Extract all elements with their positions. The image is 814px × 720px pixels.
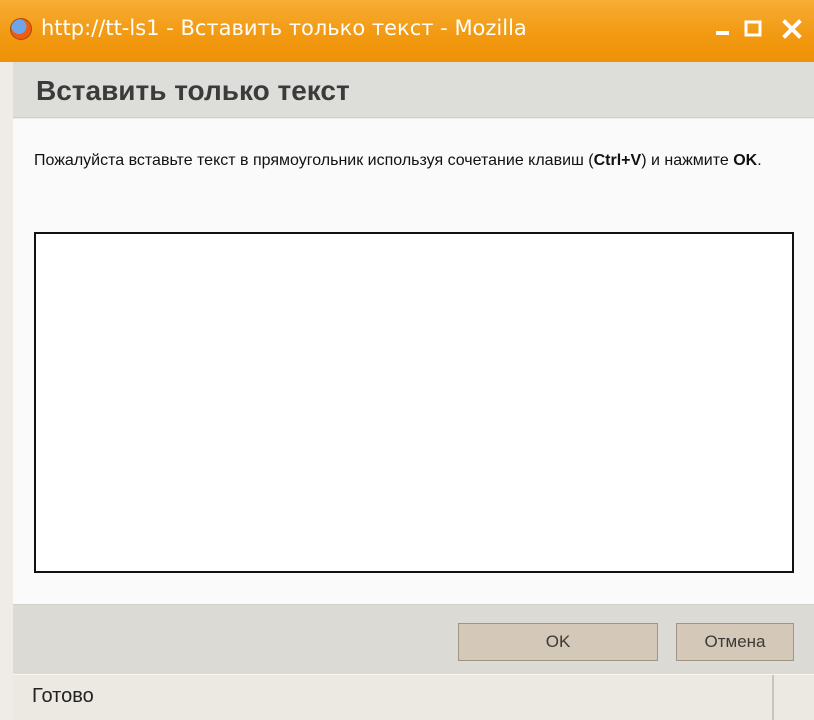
dialog-button-bar: OK Отмена — [13, 604, 814, 674]
ok-button[interactable]: OK — [458, 623, 658, 661]
minimize-button[interactable] — [711, 17, 735, 41]
status-panel — [776, 675, 814, 720]
status-bar: Готово — [13, 674, 814, 720]
window-title: http://tt-ls1 - Вставить только текст - … — [41, 16, 527, 40]
firefox-icon — [10, 18, 32, 40]
close-icon — [782, 19, 802, 39]
dialog-heading: Вставить только текст — [36, 75, 350, 106]
dialog-content: Пожалуйста вставьте текст в прямоугольни… — [13, 119, 814, 604]
status-text: Готово — [32, 685, 94, 707]
paste-text-area[interactable] — [34, 232, 794, 573]
window-titlebar: http://tt-ls1 - Вставить только текст - … — [0, 0, 814, 62]
instruction-text: ) и нажмите — [641, 152, 734, 169]
minimize-icon — [716, 31, 729, 35]
paste-instructions: Пожалуйста вставьте текст в прямоугольни… — [34, 148, 794, 173]
instruction-end: . — [757, 152, 762, 169]
maximize-button[interactable] — [741, 17, 765, 41]
status-divider — [772, 675, 774, 720]
ok-keyword: OK — [733, 152, 758, 169]
close-button[interactable] — [780, 17, 804, 41]
cancel-button[interactable]: Отмена — [676, 623, 794, 661]
shortcut-label: Ctrl+V — [593, 152, 642, 169]
maximize-icon — [744, 20, 762, 37]
instruction-text: Пожалуйста вставьте текст в прямоугольни… — [34, 152, 594, 169]
dialog-header: Вставить только текст — [13, 62, 814, 118]
